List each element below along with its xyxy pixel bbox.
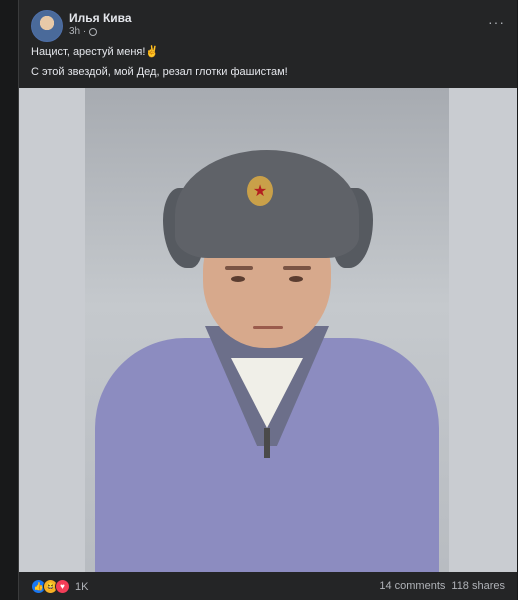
post-photo[interactable]: ★	[85, 88, 449, 572]
mouth	[253, 326, 283, 329]
left-brow	[225, 266, 253, 270]
author-avatar[interactable]	[31, 10, 63, 42]
reactions-summary[interactable]: 👍 😆 ♥ 1K	[31, 579, 88, 594]
post-footer: 👍 😆 ♥ 1K 14 comments 118 shares	[19, 572, 517, 600]
right-brow	[283, 266, 311, 270]
post-stats: 14 comments 118 shares	[379, 580, 505, 592]
post-photo-frame[interactable]: ★	[19, 88, 517, 572]
love-icon: ♥	[55, 579, 70, 594]
right-eye	[289, 276, 303, 282]
feed-post: Илья Кива 3h · ··· Нацист, арестуй меня!…	[18, 0, 517, 600]
post-header: Илья Кива 3h · ···	[31, 10, 505, 42]
star-badge-icon: ★	[247, 176, 273, 206]
author-name[interactable]: Илья Кива	[69, 11, 132, 25]
zipper	[264, 428, 270, 458]
globe-icon	[89, 27, 98, 36]
shares-count[interactable]: 118 shares	[451, 580, 505, 592]
post-meta: 3h ·	[69, 26, 98, 37]
comments-count[interactable]: 14 comments	[379, 580, 445, 592]
post-text-line-1: Нацист, арестуй меня!✌	[31, 46, 160, 58]
post-text-line-2: С этой звездой, мой Дед, резал глотки фа…	[31, 66, 288, 78]
post-time[interactable]: 3h ·	[69, 26, 86, 37]
reaction-count[interactable]: 1K	[75, 581, 88, 593]
fur-hat	[175, 150, 359, 258]
left-eye	[231, 276, 245, 282]
more-options-button[interactable]: ···	[488, 14, 505, 30]
